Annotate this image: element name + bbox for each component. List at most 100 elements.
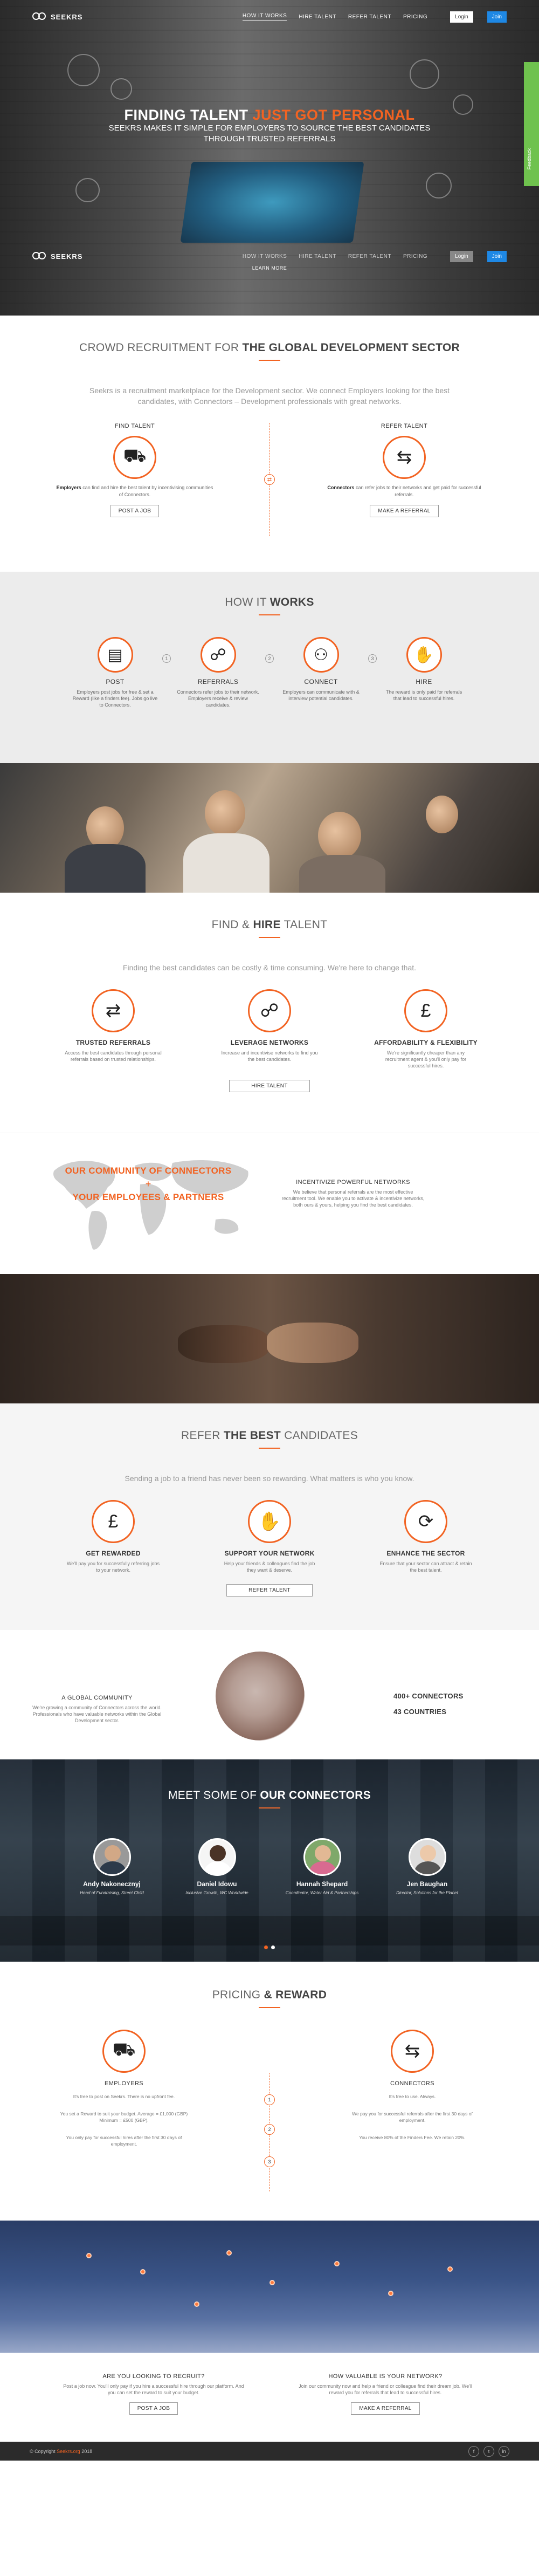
- connectors-pricing: ⇆ CONNECTORS It's free to use. Always. W…: [342, 2030, 482, 2152]
- benefit-title: ENHANCE THE SECTOR: [386, 1550, 465, 1557]
- login-button[interactable]: Login: [450, 250, 473, 262]
- steps-row: ▤ POST Employers post jobs for free & se…: [0, 637, 539, 708]
- person-body: [299, 855, 385, 893]
- section-lead: Finding the best candidates can be costl…: [122, 963, 417, 972]
- countries-count: 43 COUNTRIES: [393, 1708, 447, 1716]
- connector-card[interactable]: Andy Nakonecznyj Head of Fundraising, St…: [73, 1838, 151, 1896]
- nav-refer-talent[interactable]: REFER TALENT: [348, 254, 391, 259]
- pricing-step-number: 1: [264, 2094, 275, 2105]
- title-part: PRICING: [212, 1989, 261, 2001]
- benefit-title: TRUSTED REFERRALS: [75, 1039, 151, 1046]
- hero-title-main: FINDING TALENT: [124, 107, 248, 123]
- join-button[interactable]: Join: [487, 250, 507, 262]
- benefit-leverage-networks: ☍ LEVERAGE NETWORKS Increase and incenti…: [199, 989, 340, 1069]
- block-heading: INCENTIVIZE POWERFUL NETWORKS: [296, 1179, 410, 1186]
- facebook-icon[interactable]: f: [468, 2445, 479, 2457]
- crowd-columns: FIND TALENT ⛟ Employers can find and hir…: [0, 423, 539, 536]
- fist-bump-photo-banner: [0, 1274, 539, 1403]
- employers-pricing: ⛟ EMPLOYERS It's free to post on Seekrs.…: [54, 2030, 194, 2158]
- connector-role: Coordinator, Water Aid & Partnerships: [285, 1890, 359, 1895]
- nav-pricing[interactable]: PRICING: [403, 254, 427, 259]
- make-a-referral-button[interactable]: MAKE A REFERRAL: [351, 2402, 420, 2415]
- person-body: [183, 833, 270, 893]
- nav-hire-talent[interactable]: HIRE TALENT: [299, 254, 336, 259]
- nav-hire-talent[interactable]: HIRE TALENT: [299, 14, 336, 20]
- top-navbar: SEEKRS HOW IT WORKS HIRE TALENT REFER TA…: [0, 0, 539, 33]
- map-node: [140, 2269, 146, 2274]
- handshake-icon: ✋: [248, 1500, 291, 1543]
- carousel-dots: [0, 1945, 539, 1949]
- find-hire-section: FIND & HIRE TALENT Finding the best cand…: [0, 893, 539, 1133]
- nav-refer-talent[interactable]: REFER TALENT: [348, 14, 391, 20]
- connectors-count: 400+ CONNECTORS: [393, 1692, 464, 1700]
- footer-brand-link[interactable]: Seekrs.org: [57, 2449, 80, 2454]
- main-nav: HOW IT WORKS HIRE TALENT REFER TALENT PR…: [242, 11, 507, 23]
- nav-how-it-works[interactable]: HOW IT WORKS: [242, 13, 287, 20]
- person-face: [205, 790, 245, 836]
- benefit-text: We'll pay you for successfully referring…: [66, 1561, 160, 1573]
- connectors-icon: ⇆: [383, 436, 426, 479]
- carousel-dot[interactable]: [271, 1945, 275, 1949]
- network-ring: [426, 173, 452, 198]
- recruit-cta: ARE YOU LOOKING TO RECRUIT? Post a job n…: [59, 2373, 248, 2442]
- carousel-dot[interactable]: [264, 1945, 268, 1949]
- step-post: ▤ POST Employers post jobs for free & se…: [68, 637, 162, 708]
- referral-exchange-icon: ⇄: [92, 989, 135, 1032]
- nav-pricing[interactable]: PRICING: [403, 14, 427, 20]
- community-stats: 400+ CONNECTORS 43 COUNTRIES: [393, 1692, 464, 1723]
- cycle-arrows-icon: ⟳: [404, 1500, 447, 1543]
- connector-card[interactable]: Daniel Idowu Inclusive Growth, WC Worldw…: [178, 1838, 256, 1896]
- section-title: PRICING & REWARD: [0, 1989, 539, 2002]
- title-divider: [259, 937, 280, 938]
- people-globe-graphic: [216, 1652, 305, 1741]
- button-wrap: HIRE TALENT: [0, 1080, 539, 1092]
- hire-talent-button[interactable]: HIRE TALENT: [229, 1080, 310, 1092]
- connector-carousel: Andy Nakonecznyj Head of Fundraising, St…: [0, 1838, 539, 1896]
- brand-logo-secondary[interactable]: SEEKRS: [32, 252, 82, 261]
- connector-card[interactable]: Hannah Shepard Coordinator, Water Aid & …: [283, 1838, 361, 1896]
- nav-how-it-works[interactable]: HOW IT WORKS: [243, 254, 287, 259]
- benefit-text: Access the best candidates through perso…: [65, 1050, 162, 1062]
- column-heading: REFER TALENT: [381, 423, 428, 429]
- employers-icon: ⛟: [113, 436, 156, 479]
- pricing-heading: CONNECTORS: [390, 2080, 435, 2087]
- map-node: [270, 2280, 275, 2285]
- title-divider: [259, 1448, 280, 1449]
- brand-name: SEEKRS: [51, 12, 83, 21]
- crowd-recruitment-section: CROWD RECRUITMENT FOR THE GLOBAL DEVELOP…: [0, 316, 539, 572]
- site-footer: © Copyright Seekrs.org 2018 f t in: [0, 2442, 539, 2461]
- post-a-job-button[interactable]: POST A JOB: [110, 505, 160, 517]
- benefit-affordability: £ AFFORDABILITY & FLEXIBILITY We're sign…: [356, 989, 496, 1069]
- global-community-section: A GLOBAL COMMUNITY We're growing a commu…: [0, 1630, 539, 1759]
- make-a-referral-button[interactable]: MAKE A REFERRAL: [370, 505, 439, 517]
- person-face: [86, 806, 124, 849]
- linkedin-icon[interactable]: in: [499, 2445, 509, 2457]
- learn-more-link[interactable]: LEARN MORE: [0, 265, 539, 271]
- copyright: © Copyright Seekrs.org 2018: [30, 2449, 92, 2454]
- title-bold: THE BEST: [223, 1429, 281, 1442]
- connector-card[interactable]: Jen Baughan Director, Solutions for the …: [388, 1838, 466, 1896]
- title-divider: [259, 360, 280, 361]
- caption-band: [0, 1916, 539, 1945]
- connectors-icon: ⇆: [391, 2030, 434, 2073]
- step-text: Connectors refer jobs to their network. …: [177, 689, 259, 708]
- twitter-icon[interactable]: t: [483, 2445, 494, 2457]
- step-text: Employers post jobs for free & set a Rew…: [72, 689, 158, 708]
- text-rest: can find and hire the best talent by inc…: [81, 485, 213, 497]
- right-fist: [267, 1323, 358, 1363]
- block-heading: A GLOBAL COMMUNITY: [61, 1695, 133, 1701]
- refer-talent-button[interactable]: REFER TALENT: [226, 1584, 313, 1597]
- post-a-job-button[interactable]: POST A JOB: [129, 2402, 178, 2415]
- login-button[interactable]: Login: [450, 11, 473, 23]
- connector-name: Andy Nakonecznyj: [83, 1880, 141, 1888]
- pricing-item: You set a Reward to suit your budget. Av…: [60, 2111, 188, 2123]
- avatar: [198, 1838, 236, 1876]
- join-button[interactable]: Join: [487, 11, 507, 23]
- brand-logo[interactable]: SEEKRS: [32, 12, 82, 21]
- refer-talent-column: REFER TALENT ⇆ Connectors can refer jobs…: [323, 423, 485, 517]
- pricing-heading: EMPLOYERS: [104, 2080, 144, 2087]
- block-text: We're growing a community of Connectors …: [32, 1705, 162, 1723]
- community-line-1: OUR COMMUNITY OF CONNECTORS: [65, 1166, 232, 1176]
- benefit-support-network: ✋ SUPPORT YOUR NETWORK Help your friends…: [199, 1500, 340, 1573]
- map-node: [334, 2261, 340, 2266]
